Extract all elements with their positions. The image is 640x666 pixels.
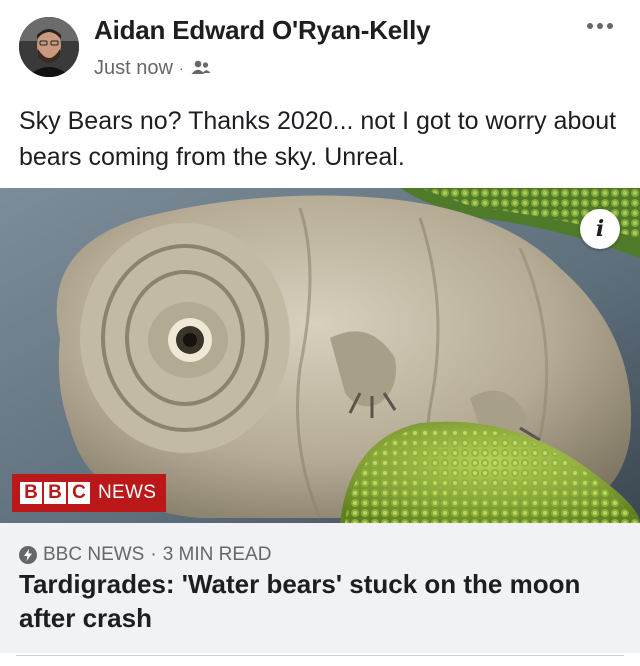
- link-source: BBC NEWS: [43, 544, 145, 565]
- more-options-button[interactable]: [583, 16, 617, 36]
- link-source-row: BBC NEWS · 3 MIN READ: [19, 544, 271, 566]
- more-options-icon-dot: [597, 23, 603, 29]
- friends-icon[interactable]: [190, 59, 212, 77]
- avatar-photo: [19, 17, 79, 77]
- bolt-icon: [19, 546, 37, 564]
- more-options-icon: [587, 23, 593, 29]
- more-options-icon-dot: [607, 23, 613, 29]
- author-name[interactable]: Aidan Edward O'Ryan-Kelly: [94, 15, 431, 46]
- meta-separator: ·: [178, 60, 184, 76]
- bbc-news-logo: B B C NEWS: [12, 474, 167, 512]
- bbc-logo-letter: C: [68, 482, 90, 504]
- bbc-logo-letter: B: [44, 482, 66, 504]
- tardigrade-image: [0, 188, 640, 523]
- timestamp[interactable]: Just now: [94, 57, 173, 80]
- source-separator: ·: [150, 544, 157, 565]
- link-preview-footer[interactable]: BBC NEWS · 3 MIN READ Tardigrades: 'Wate…: [0, 523, 640, 653]
- post-text: Sky Bears no? Thanks 2020... not I got t…: [19, 107, 617, 171]
- bbc-logo-news-word: NEWS: [98, 482, 157, 503]
- info-button[interactable]: i: [580, 209, 620, 249]
- bbc-logo-letter: B: [20, 482, 42, 504]
- avatar[interactable]: [19, 17, 79, 77]
- post-header: Aidan Edward O'Ryan-Kelly Just now ·: [0, 0, 640, 92]
- link-title[interactable]: Tardigrades: 'Water bears' stuck on the …: [19, 567, 619, 635]
- post-meta: Just now ·: [94, 55, 212, 81]
- divider: [16, 655, 624, 656]
- link-preview-image[interactable]: [0, 188, 640, 523]
- read-time: 3 MIN READ: [162, 544, 272, 565]
